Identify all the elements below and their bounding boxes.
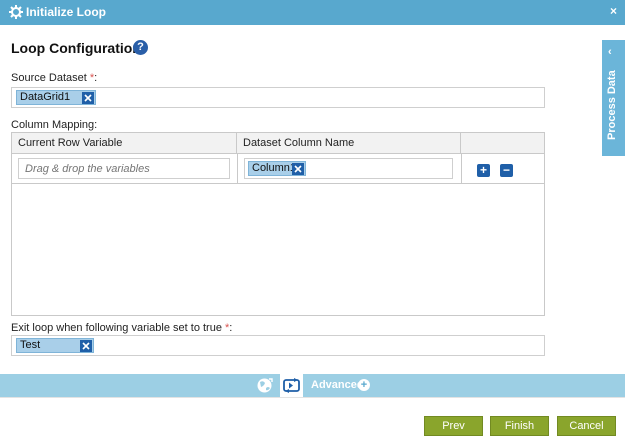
column-divider (237, 154, 238, 183)
column-divider (461, 154, 462, 183)
grid-header: Current Row Variable Dataset Column Name (12, 133, 544, 154)
source-dataset-tag: DataGrid1 (16, 90, 96, 105)
column-mapping-label: Column Mapping: (11, 119, 98, 131)
exit-loop-field[interactable]: Test (11, 335, 545, 356)
source-dataset-field[interactable]: DataGrid1 (11, 87, 545, 108)
source-dataset-label: Source Dataset *: (11, 72, 98, 84)
prev-button[interactable]: Prev (424, 416, 483, 436)
header-current-row-variable: Current Row Variable (12, 133, 237, 154)
title-bar: Initialize Loop × (0, 0, 625, 25)
variable-drop-input[interactable] (18, 158, 230, 179)
remove-tag-icon[interactable] (80, 340, 92, 352)
cancel-button[interactable]: Cancel (557, 416, 616, 436)
exit-loop-tag: Test (16, 338, 94, 353)
column-tag-label: Column1 (252, 162, 297, 174)
chevron-left-icon: ‹ (608, 46, 612, 58)
help-icon[interactable]: ? (133, 40, 148, 55)
column-mapping-grid: Current Row Variable Dataset Column Name… (11, 132, 545, 316)
remove-row-button[interactable]: − (500, 164, 513, 177)
remove-tag-icon[interactable] (82, 92, 94, 104)
globe-icon[interactable] (255, 376, 274, 395)
gear-icon (9, 5, 23, 19)
close-icon[interactable]: × (610, 4, 617, 18)
add-row-button[interactable]: + (477, 164, 490, 177)
loop-icon (283, 378, 300, 393)
process-data-label: Process Data (606, 70, 618, 140)
process-data-panel-tab[interactable]: ‹ Process Data (602, 40, 625, 156)
footer-toolbar: Advanced + (0, 374, 625, 397)
header-dataset-column-name: Dataset Column Name (237, 133, 461, 154)
source-dataset-tag-label: DataGrid1 (20, 91, 71, 103)
remove-tag-icon[interactable] (292, 163, 304, 175)
exit-loop-tag-label: Test (20, 339, 41, 351)
exit-loop-label: Exit loop when following variable set to… (11, 322, 233, 334)
divider (0, 397, 625, 398)
advanced-expand-icon[interactable]: + (358, 379, 370, 391)
advanced-label[interactable]: Advanced (311, 379, 364, 391)
column-tag: Column1 (248, 161, 306, 176)
window-title: Initialize Loop (26, 5, 106, 19)
loop-tab[interactable] (280, 374, 303, 397)
page-title: Loop Configuration (11, 40, 141, 56)
table-row: Column1 + − (12, 154, 544, 184)
dataset-column-field[interactable]: Column1 (244, 158, 453, 179)
finish-button[interactable]: Finish (490, 416, 549, 436)
